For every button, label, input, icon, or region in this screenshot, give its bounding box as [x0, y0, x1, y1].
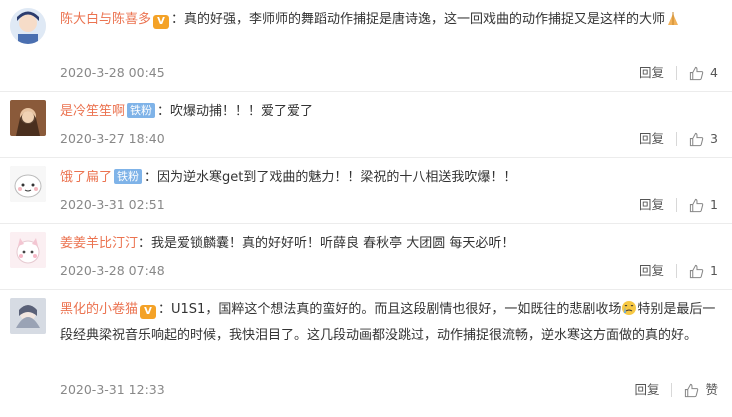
comment-body: 黑化的小卷猫 V ：U1S1，国粹这个想法真的蛮好的。而且这段剧情也很好，一如既往的… — [60, 297, 720, 349]
like-count: 1 — [710, 263, 718, 278]
like-count: 3 — [710, 131, 718, 146]
divider — [676, 66, 678, 80]
user-name[interactable]: 黑化的小卷猫 — [60, 302, 138, 317]
user-name[interactable]: 是冷笙笙啊 — [60, 104, 125, 119]
comment-body: 陈大白与陈喜多 V ：真的好强，李师师的舞蹈动作捕捉是唐诗逸，这一回戏曲的动作捕捉又… — [60, 7, 720, 32]
like-button[interactable]: 3 — [689, 129, 718, 149]
comment-text: ：吹爆动捕！！！爱了爱了 — [157, 104, 314, 119]
comment-actions: 回复 1 — [639, 261, 718, 281]
comment-item: 黑化的小卷猫 V ：U1S1，国粹这个想法真的蛮好的。而且这段剧情也很好，一如既往的… — [0, 290, 732, 417]
crying-emoji-icon — [621, 300, 637, 316]
comment-footer: 2020-3-28 07:48 回复 1 — [60, 261, 718, 281]
comment-footer: 2020-3-31 12:33 回复 赞 — [60, 380, 718, 400]
comment-text: ：U1S1，国粹这个想法真的蛮好的。而且这段剧情也很好，一如既往的悲剧收场 — [158, 302, 622, 317]
comment-actions: 回复 1 — [639, 195, 718, 215]
comment-text: ：真的好强，李师师的舞蹈动作捕捉是唐诗逸，这一回戏曲的动作捕捉又是这样的大师 — [171, 12, 666, 27]
avatar[interactable] — [10, 166, 46, 202]
avatar[interactable] — [10, 298, 46, 334]
comment-item: 饿了扁了 铁粉 ：因为逆水寒get到了戏曲的魅力！！梁祝的十八相送我吹爆！！ 202… — [0, 158, 732, 224]
comment-footer: 2020-3-27 18:40 回复 3 — [60, 129, 718, 149]
comment-body: 饿了扁了 铁粉 ：因为逆水寒get到了戏曲的魅力！！梁祝的十八相送我吹爆！！ — [60, 165, 720, 190]
like-button[interactable]: 4 — [689, 63, 718, 83]
timestamp: 2020-3-31 02:51 — [60, 197, 165, 212]
divider — [676, 264, 678, 278]
comment-actions: 回复 赞 — [634, 380, 718, 400]
thumbs-up-icon — [689, 198, 704, 212]
comment-item: 陈大白与陈喜多 V ：真的好强，李师师的舞蹈动作捕捉是唐诗逸，这一回戏曲的动作捕捉又… — [0, 0, 732, 92]
timestamp: 2020-3-28 00:45 — [60, 65, 165, 80]
avatar[interactable] — [10, 8, 46, 44]
reply-button[interactable]: 回复 — [639, 261, 664, 281]
thumbs-up-icon — [689, 66, 704, 80]
comment-text: ：因为逆水寒get到了戏曲的魅力！！梁祝的十八相送我吹爆！！ — [144, 170, 517, 185]
comment-actions: 回复 4 — [639, 63, 718, 83]
avatar[interactable] — [10, 232, 46, 268]
comment-text: ：我是爱锁麟囊！真的好好听！听薛良 春秋亭 大团圆 每天必听！ — [138, 236, 515, 251]
reply-button[interactable]: 回复 — [634, 380, 659, 400]
divider — [676, 132, 678, 146]
like-count: 4 — [710, 65, 718, 80]
reply-button[interactable]: 回复 — [639, 63, 664, 83]
thumbs-up-icon — [689, 264, 704, 278]
thumbs-up-icon — [685, 383, 699, 397]
timestamp: 2020-3-31 12:33 — [60, 382, 165, 397]
avatar[interactable] — [10, 100, 46, 136]
reply-button[interactable]: 回复 — [639, 195, 664, 215]
like-button[interactable]: 赞 — [684, 380, 718, 400]
comment-item: 是冷笙笙啊 铁粉 ：吹爆动捕！！！爱了爱了 2020-3-27 18:40 回复 3 — [0, 92, 732, 158]
divider — [676, 198, 678, 212]
thumbs-up-icon — [689, 132, 704, 146]
vip-badge-icon: V — [140, 305, 157, 319]
reply-button[interactable]: 回复 — [639, 129, 664, 149]
like-button[interactable]: 1 — [689, 195, 718, 215]
comment-body: 是冷笙笙啊 铁粉 ：吹爆动捕！！！爱了爱了 — [60, 99, 720, 124]
user-name[interactable]: 姜姜羊比汀汀 — [60, 236, 138, 251]
comment-actions: 回复 3 — [639, 129, 718, 149]
like-count: 赞 — [705, 382, 718, 397]
comment-footer: 2020-3-28 00:45 回复 4 — [60, 63, 718, 83]
like-button[interactable]: 1 — [689, 261, 718, 281]
comment-footer: 2020-3-31 02:51 回复 1 — [60, 195, 718, 215]
timestamp: 2020-3-28 07:48 — [60, 263, 165, 278]
like-count: 1 — [710, 197, 718, 212]
fan-badge: 铁粉 — [127, 103, 156, 118]
vip-badge-icon: V — [153, 15, 170, 29]
praying-hands-emoji-icon — [665, 10, 681, 26]
divider — [671, 383, 673, 397]
user-name[interactable]: 陈大白与陈喜多 — [60, 12, 151, 27]
user-name[interactable]: 饿了扁了 — [60, 170, 112, 185]
comment-body: 姜姜羊比汀汀：我是爱锁麟囊！真的好好听！听薛良 春秋亭 大团圆 每天必听！ — [60, 231, 720, 256]
fan-badge: 铁粉 — [114, 169, 143, 184]
comment-item: 姜姜羊比汀汀：我是爱锁麟囊！真的好好听！听薛良 春秋亭 大团圆 每天必听！ 20… — [0, 224, 732, 290]
timestamp: 2020-3-27 18:40 — [60, 131, 165, 146]
